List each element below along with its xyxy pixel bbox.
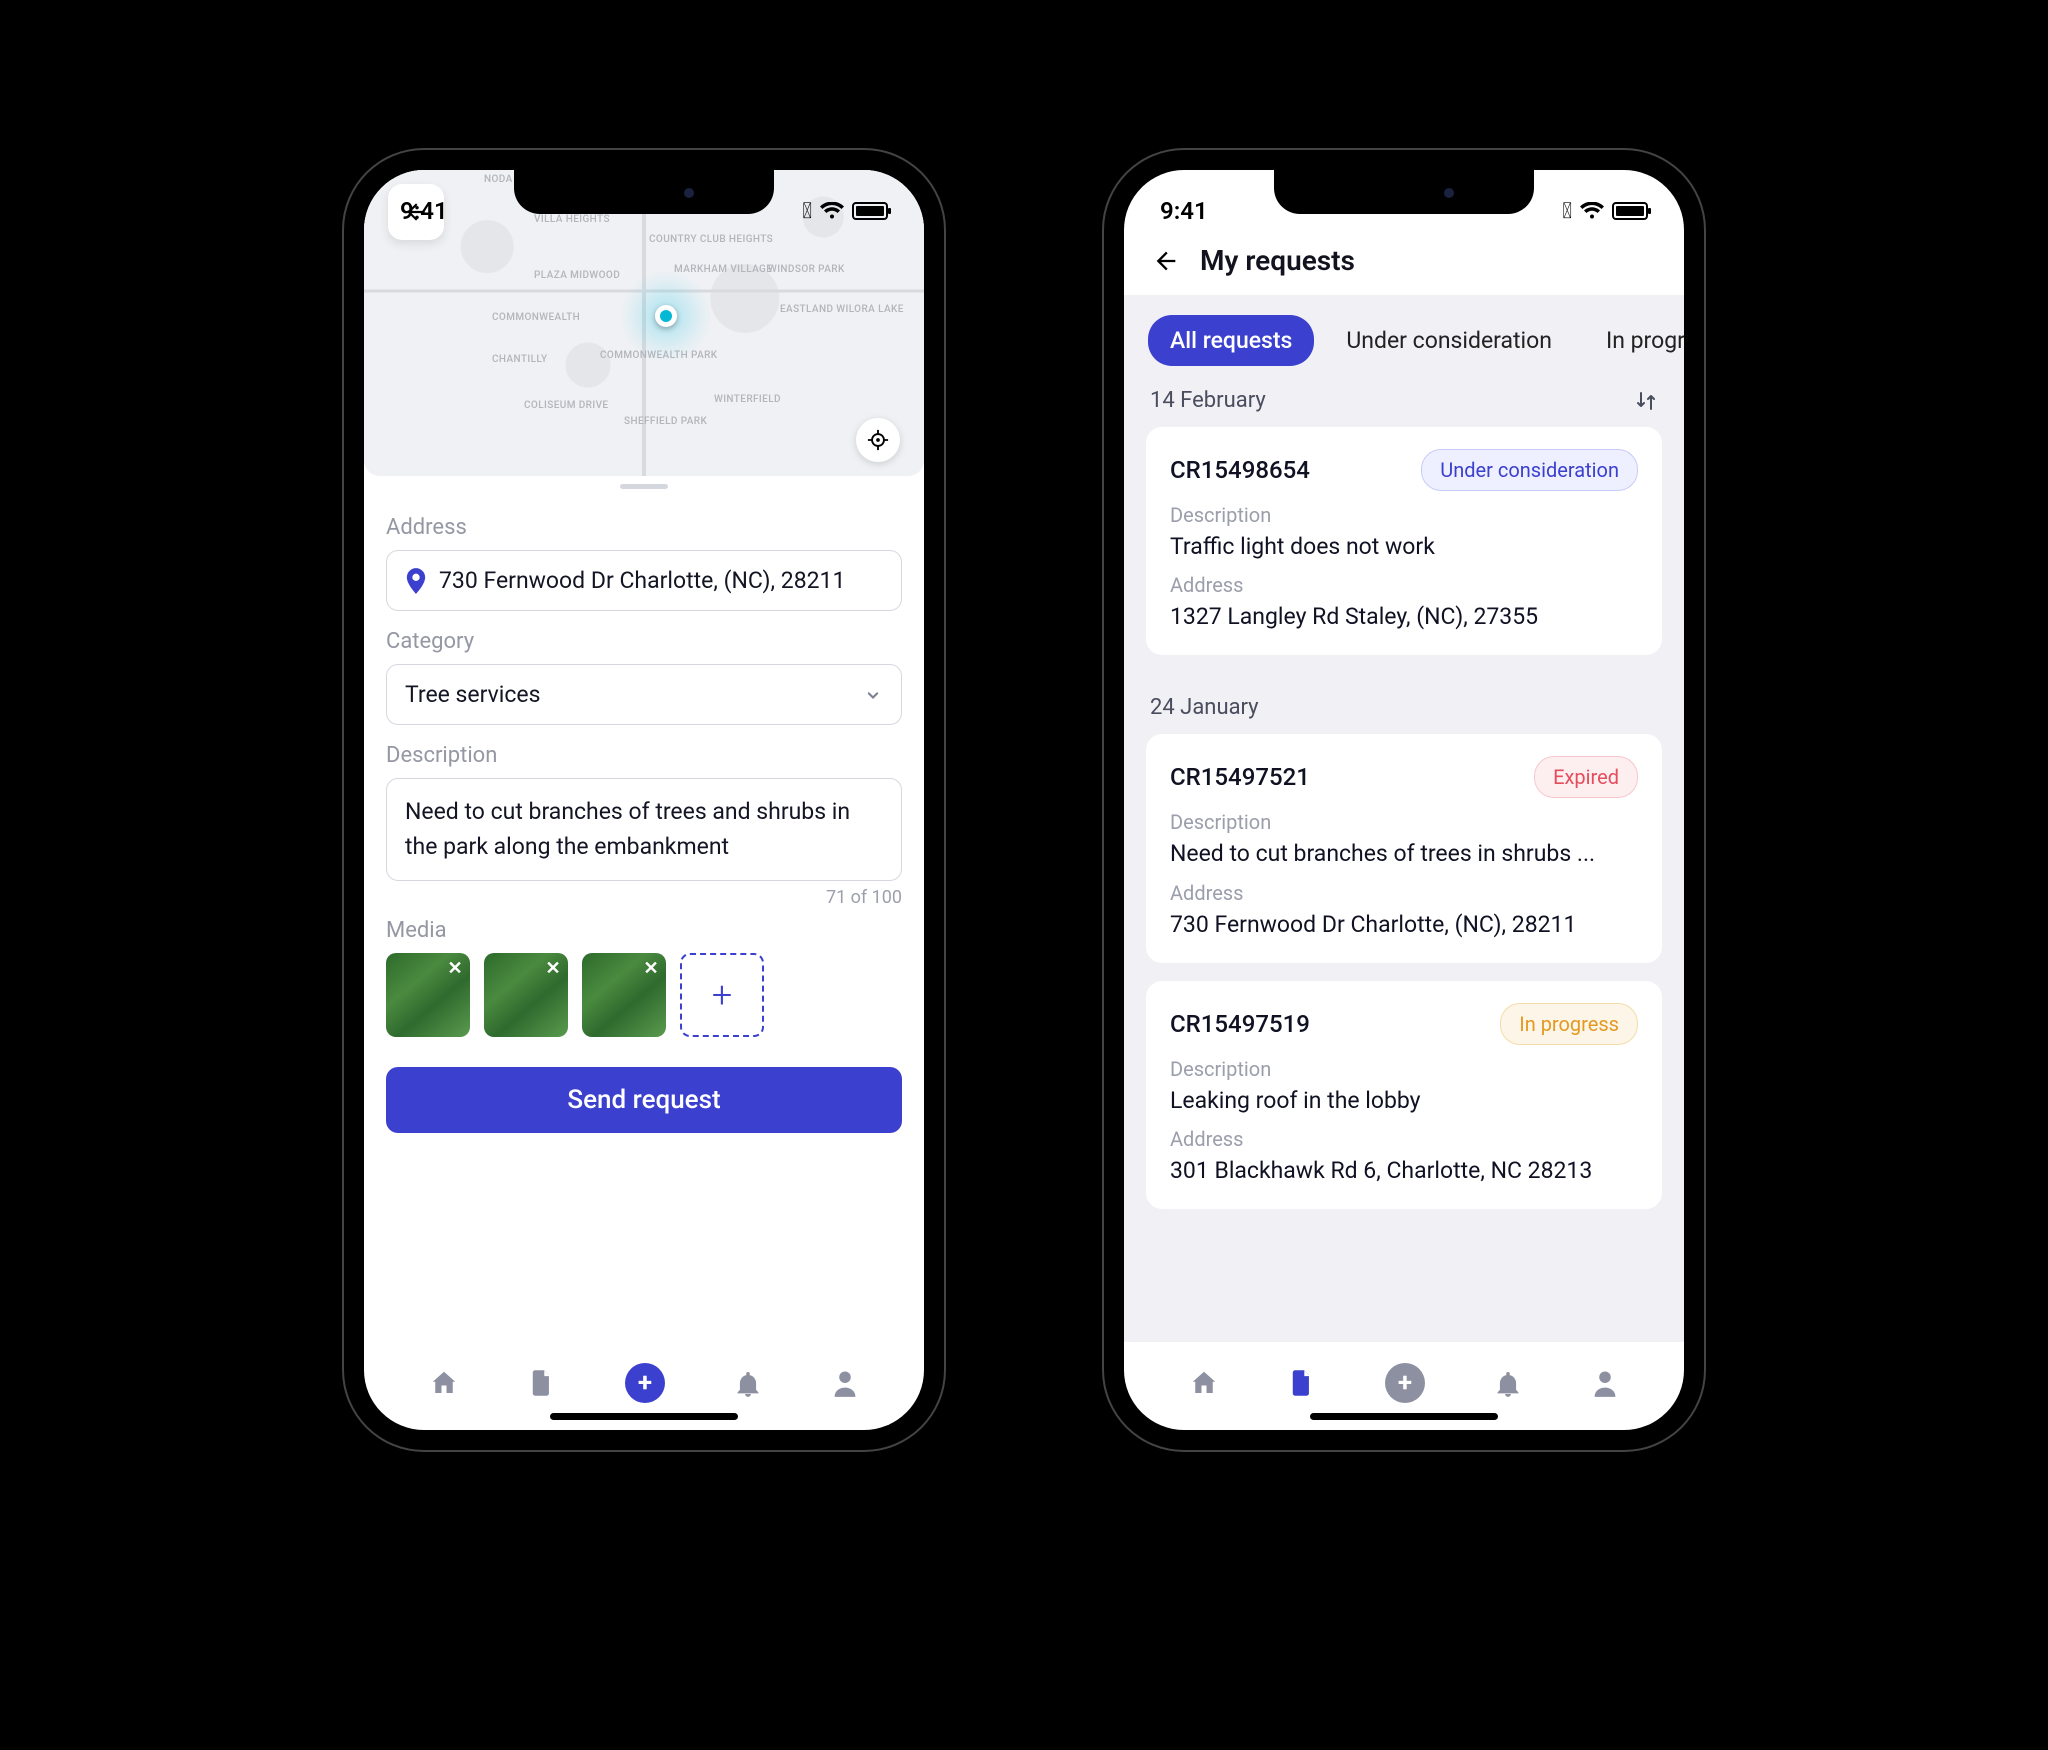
- char-count: 71 of 100: [386, 887, 902, 908]
- phone-mock-my-requests: 9:41 􀙇 My requests All requestsUnder con…: [1104, 150, 1704, 1450]
- tab-all-requests[interactable]: All requests: [1148, 315, 1314, 366]
- home-indicator: [550, 1413, 738, 1420]
- map-place-label: WINDSOR PARK: [768, 264, 845, 275]
- remove-media-icon[interactable]: ✕: [542, 957, 564, 979]
- battery-icon: [1612, 202, 1648, 220]
- request-address: 730 Fernwood Dr Charlotte, (NC), 28211: [1170, 909, 1638, 941]
- status-badge: Under consideration: [1421, 449, 1638, 491]
- status-time: 9:41: [400, 197, 448, 225]
- request-address: 301 Blackhawk Rd 6, Charlotte, NC 28213: [1170, 1155, 1638, 1187]
- nav-profile[interactable]: [831, 1368, 859, 1398]
- sheet-handle[interactable]: [620, 484, 668, 489]
- media-row: ✕ ✕ ✕ +: [386, 953, 902, 1037]
- chevron-down-icon: [863, 685, 883, 705]
- request-description: Traffic light does not work: [1170, 531, 1638, 563]
- tab-under-consideration[interactable]: Under consideration: [1324, 315, 1574, 366]
- device-notch: [1274, 170, 1534, 214]
- locate-me-button[interactable]: [856, 418, 900, 462]
- add-media-button[interactable]: +: [680, 953, 764, 1037]
- request-id: CR15497521: [1170, 763, 1310, 791]
- category-select[interactable]: Tree services: [386, 664, 902, 725]
- request-id: CR15497519: [1170, 1010, 1310, 1038]
- requests-list[interactable]: All requestsUnder considerationIn progre…: [1124, 295, 1684, 1342]
- phone-mock-create-request: NODAPLAZA-SHAMROCKVILLA HEIGHTSCOUNTRY C…: [344, 150, 944, 1450]
- request-id: CR15498654: [1170, 456, 1310, 484]
- category-label: Category: [386, 629, 902, 654]
- home-indicator: [1310, 1413, 1498, 1420]
- map-place-label: COLISEUM DRIVE: [524, 400, 609, 411]
- address-input[interactable]: 730 Fernwood Dr Charlotte, (NC), 28211: [386, 550, 902, 611]
- date-header: 14 February: [1150, 388, 1266, 413]
- request-description: Leaking roof in the lobby: [1170, 1085, 1638, 1117]
- signal-icon: 􀙇: [1562, 199, 1572, 224]
- remove-media-icon[interactable]: ✕: [640, 957, 662, 979]
- map-place-label: WINTERFIELD: [714, 394, 781, 405]
- request-card[interactable]: CR15497521ExpiredDescriptionNeed to cut …: [1146, 734, 1662, 962]
- request-address: 1327 Langley Rd Staley, (NC), 27355: [1170, 601, 1638, 633]
- map-pin-icon: [405, 568, 427, 594]
- tab-in-progress[interactable]: In progress: [1584, 315, 1684, 366]
- request-form: Address 730 Fernwood Dr Charlotte, (NC),…: [364, 493, 924, 1342]
- map-place-label: COUNTRY CLUB HEIGHTS: [649, 234, 773, 245]
- description-textarea[interactable]: Need to cut branches of trees and shrubs…: [386, 778, 902, 881]
- media-label: Media: [386, 918, 902, 943]
- sort-icon[interactable]: [1634, 389, 1658, 413]
- request-description: Need to cut branches of trees in shrubs …: [1170, 838, 1638, 870]
- remove-media-icon[interactable]: ✕: [444, 957, 466, 979]
- map-place-label: EASTLAND WILORA LAKE: [780, 304, 904, 315]
- nav-document[interactable]: [528, 1368, 556, 1398]
- send-request-button[interactable]: Send request: [386, 1067, 902, 1133]
- filter-tabs: All requestsUnder considerationIn progre…: [1124, 315, 1684, 366]
- header: My requests: [1124, 234, 1684, 295]
- status-badge: In progress: [1500, 1003, 1638, 1045]
- wifi-icon: [820, 202, 844, 220]
- media-thumbnail[interactable]: ✕: [484, 953, 568, 1037]
- map-view[interactable]: NODAPLAZA-SHAMROCKVILLA HEIGHTSCOUNTRY C…: [364, 170, 924, 476]
- nav-plus[interactable]: +: [625, 1363, 665, 1403]
- nav-home[interactable]: [1189, 1368, 1219, 1398]
- map-place-label: SHEFFIELD PARK: [624, 416, 707, 427]
- nav-profile[interactable]: [1591, 1368, 1619, 1398]
- media-thumbnail[interactable]: ✕: [386, 953, 470, 1037]
- media-thumbnail[interactable]: ✕: [582, 953, 666, 1037]
- nav-home[interactable]: [429, 1368, 459, 1398]
- nav-bell[interactable]: [734, 1368, 762, 1398]
- date-header: 24 January: [1150, 695, 1259, 720]
- signal-icon: 􀙇: [802, 199, 812, 224]
- request-card[interactable]: CR15497519In progressDescriptionLeaking …: [1146, 981, 1662, 1209]
- nav-bell[interactable]: [1494, 1368, 1522, 1398]
- map-place-label: COMMONWEALTH: [492, 312, 580, 323]
- current-location-marker: [621, 271, 711, 361]
- status-time: 9:41: [1160, 197, 1208, 225]
- map-place-label: PLAZA MIDWOOD: [534, 270, 620, 281]
- nav-document[interactable]: [1288, 1368, 1316, 1398]
- status-badge: Expired: [1534, 756, 1638, 798]
- map-place-label: CHANTILLY: [492, 354, 548, 365]
- back-button[interactable]: [1152, 247, 1180, 275]
- description-label: Description: [386, 743, 902, 768]
- address-label: Address: [386, 515, 902, 540]
- nav-plus[interactable]: +: [1385, 1363, 1425, 1403]
- device-notch: [514, 170, 774, 214]
- battery-icon: [852, 202, 888, 220]
- wifi-icon: [1580, 202, 1604, 220]
- page-title: My requests: [1200, 244, 1355, 277]
- request-card[interactable]: CR15498654Under considerationDescription…: [1146, 427, 1662, 655]
